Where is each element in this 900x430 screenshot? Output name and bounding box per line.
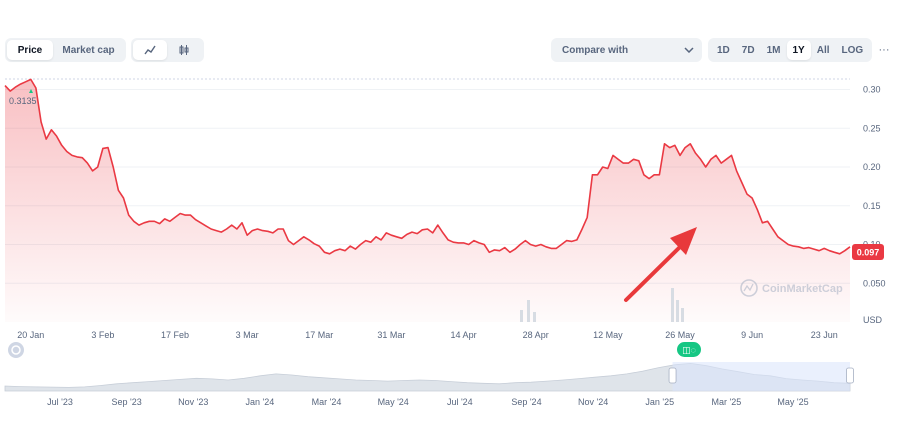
price-area-fill [5,79,850,323]
x-tick-label: 26 May [665,330,695,340]
x-tick-label: 31 Mar [377,330,405,340]
navigator-tick-label: Jul '23 [47,397,73,407]
volume-bar [676,300,679,322]
navigator-tick-label: May '25 [777,397,808,407]
max-price-label: 0.3135 [9,96,37,106]
x-tick-label: 23 Jun [811,330,838,340]
y-tick-label: 0.25 [863,123,881,133]
navigator-tick-label: Jul '24 [447,397,473,407]
navigator-axis: Jul '23 Sep '23 Nov '23 Jan '24 Mar '24 May '… [47,397,808,407]
x-tick-label: 14 Apr [451,330,477,340]
volume-bar [520,310,523,322]
navigator-tick-label: Jan '24 [246,397,275,407]
navigator-handle-right[interactable] [846,367,854,384]
navigator-tick-label: Sep '23 [112,397,142,407]
watermark-text: CoinMarketCap [762,283,843,295]
navigator-handle-left[interactable] [668,367,677,384]
volume-bar [533,312,536,322]
x-tick-label: 17 Mar [305,330,333,340]
navigator[interactable] [4,362,854,392]
x-tick-label: 20 Jan [17,330,44,340]
navigator-tick-label: Jan '25 [645,397,674,407]
x-tick-label: 9 Jun [741,330,763,340]
navigator-tick-label: Sep '24 [511,397,541,407]
navigator-tick-label: Mar '24 [312,397,342,407]
navigator-tick-label: Nov '23 [178,397,208,407]
volume-bar [671,288,674,322]
history-icon[interactable] [8,342,24,358]
volume-bar [527,300,530,322]
volume-bar [681,308,684,322]
navigator-tick-label: Mar '25 [711,397,741,407]
navigator-tick-label: Nov '24 [578,397,608,407]
current-price-label: 0.097 [857,248,880,258]
y-tick-label: 0.30 [863,85,881,95]
x-tick-label: 3 Mar [236,330,259,340]
y-tick-label: 0.050 [863,278,886,288]
navigator-tick-label: May '24 [378,397,409,407]
x-axis: 20 Jan 3 Feb 17 Feb 3 Mar 17 Mar 31 Mar 14 Apr… [17,330,838,340]
y-tick-label: 0.15 [863,201,881,211]
x-tick-label: 3 Feb [91,330,114,340]
y-tick-label: 0.20 [863,162,881,172]
y-axis-unit: USD [863,315,883,325]
x-tick-label: 28 Apr [523,330,549,340]
navigator-selection[interactable] [672,362,850,391]
x-tick-label: 12 May [593,330,623,340]
x-tick-label: 17 Feb [161,330,189,340]
price-chart: 0.300.250.200.150.100.050 USD 20 Jan3 Fe… [4,78,886,407]
event-marker-icon: ◫◌ [682,345,696,355]
